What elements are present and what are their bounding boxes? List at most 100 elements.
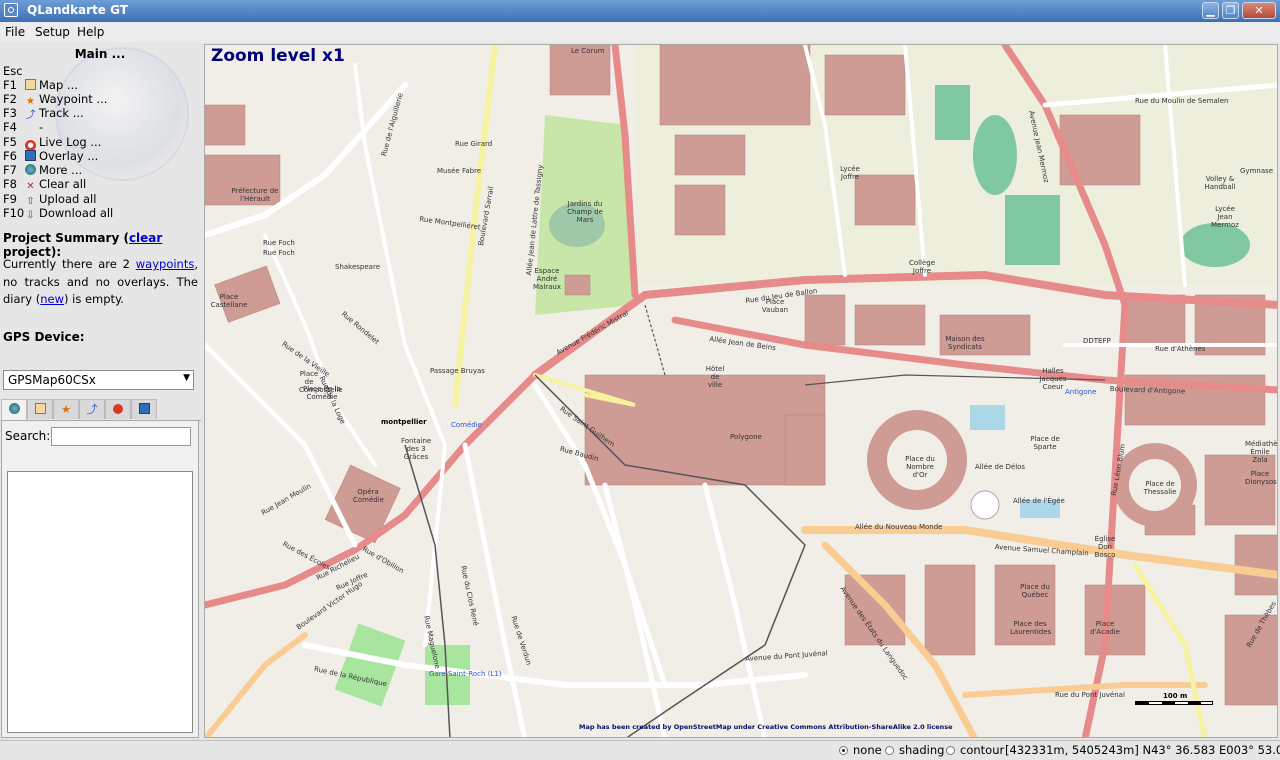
livelog-icon xyxy=(113,404,123,414)
result-list[interactable] xyxy=(7,471,193,733)
place-label: Lycée Joffre xyxy=(840,165,860,181)
tab-livelog[interactable] xyxy=(105,399,131,419)
place-label: Place du Québec xyxy=(1020,583,1050,599)
street xyxy=(462,442,528,737)
place-label: Volley & Handball xyxy=(1204,175,1236,191)
map-icon xyxy=(34,403,46,414)
building xyxy=(784,414,826,486)
globe-icon xyxy=(25,164,36,175)
tab-waypoints[interactable]: ★ xyxy=(53,399,79,419)
place-label: Polygone xyxy=(730,433,762,441)
clear-project-link[interactable]: clear xyxy=(129,231,162,245)
place-label: Médiathèque Émile Zola xyxy=(1245,440,1278,464)
menu-item-download-all[interactable]: F10 ⇩ Download all xyxy=(3,206,113,221)
scale-label: 100 m xyxy=(1163,692,1188,700)
tram-line xyxy=(644,304,666,376)
search-label: Search: xyxy=(5,429,51,443)
place-label: Le Corum xyxy=(571,47,605,55)
street xyxy=(1132,562,1208,737)
place-label: DDTEFP xyxy=(1083,337,1111,345)
place-label: Maison des Syndicats xyxy=(945,335,985,351)
place-label: Antigone xyxy=(1065,388,1097,396)
main-menu-title: Main ... xyxy=(74,47,126,61)
building xyxy=(1224,614,1277,706)
coordinate-readout: [432331m, 5405243m] N43° 36.583 E003° 53… xyxy=(1005,743,1280,757)
window-titlebar[interactable]: QLandkarte GT ▁ ❐ ✕ xyxy=(0,0,1280,22)
toolview-tabs: ★ ⤴ xyxy=(1,398,201,421)
building xyxy=(659,45,811,126)
menu-item-f4[interactable]: F4- xyxy=(3,120,43,134)
place-label: montpellier xyxy=(381,418,427,426)
street xyxy=(602,482,668,737)
place-label: Gymnase xyxy=(1240,167,1274,175)
menu-item-esc[interactable]: Esc xyxy=(3,64,25,78)
tab-tracks[interactable]: ⤴ xyxy=(79,399,105,419)
sports-field xyxy=(973,115,1017,195)
menu-item-waypoint[interactable]: F2 ★ Waypoint ... xyxy=(3,92,107,107)
place-label: Place de Sparte xyxy=(1030,435,1060,451)
place-label: Espace André Malraux xyxy=(532,267,562,291)
map-canvas[interactable]: Zoom level x1 Rue Foch Boulevard Sarrail… xyxy=(204,44,1278,738)
waypoints-link[interactable]: waypoints xyxy=(136,257,195,271)
street-label: Rue du Pont Juvénal xyxy=(1055,691,1125,699)
radio-shading[interactable] xyxy=(885,746,894,755)
tab-panel: Search: xyxy=(1,420,199,738)
menu-item-track[interactable]: F3 ⤴ Track ... xyxy=(3,106,84,121)
scale-bar: 100 m xyxy=(1135,692,1215,707)
radio-none-label: none xyxy=(853,743,882,757)
sports-field xyxy=(1005,195,1060,265)
building xyxy=(564,274,591,296)
place-label: Place de Thessalie xyxy=(1143,480,1177,496)
street-label: Allée de Délos xyxy=(975,463,1026,471)
star-icon: ★ xyxy=(61,403,71,416)
building xyxy=(824,54,906,116)
menu-item-upload-all[interactable]: F9 ⇧ Upload all xyxy=(3,192,96,207)
fountain xyxy=(970,490,1000,520)
project-summary-text: Currently there are 2 waypoints, no trac… xyxy=(3,257,198,306)
place-label: Fontaine des 3 Grâces xyxy=(401,437,432,461)
tab-overlay[interactable] xyxy=(131,399,157,419)
building xyxy=(854,174,916,226)
place-label: Gare Saint-Roch (L1) xyxy=(429,670,502,678)
chevron-down-icon: ▼ xyxy=(183,373,190,383)
map-credit: Map has been created by OpenStreetMap un… xyxy=(579,723,953,731)
radio-none[interactable] xyxy=(839,746,848,755)
street xyxy=(205,632,308,737)
menu-item-live-log[interactable]: F5 ● Live Log ... xyxy=(3,135,101,151)
building xyxy=(804,294,846,346)
sports-field xyxy=(1180,223,1250,267)
new-diary-link[interactable]: new xyxy=(40,292,64,306)
minimize-button[interactable]: ▁ xyxy=(1202,2,1219,19)
building xyxy=(674,184,726,236)
maximize-button[interactable]: ❐ xyxy=(1222,2,1239,19)
fountain xyxy=(970,405,1005,430)
tab-globe[interactable] xyxy=(1,399,27,421)
gps-device-heading: GPS Device: xyxy=(3,330,85,344)
app-icon[interactable] xyxy=(4,3,18,17)
tab-map[interactable] xyxy=(27,399,53,419)
track-icon: ⤴ xyxy=(86,403,98,416)
clear-icon: ✕ xyxy=(26,181,35,192)
menu-item-clear-all[interactable]: F8 ✕ Clear all xyxy=(3,177,86,192)
maximize-icon: ❐ xyxy=(1225,4,1236,17)
menu-item-overlay[interactable]: F6 Overlay ... xyxy=(3,149,98,163)
gps-device-select[interactable]: GPSMap60CSx ▼ xyxy=(3,370,194,390)
menu-file[interactable]: File xyxy=(5,25,25,39)
minimize-icon: ▁ xyxy=(1206,4,1215,17)
radio-contour[interactable] xyxy=(946,746,955,755)
building xyxy=(205,104,246,146)
radio-shading-label: shading xyxy=(899,743,945,757)
close-button[interactable]: ✕ xyxy=(1242,2,1276,19)
menu-setup[interactable]: Setup xyxy=(35,25,70,39)
menu-item-more[interactable]: F7 More ... xyxy=(3,163,82,177)
place-label: Hôtel de ville xyxy=(705,365,725,389)
menu-item-map[interactable]: F1 Map ... xyxy=(3,78,78,92)
place-label: Place des Laurentides xyxy=(1010,620,1052,636)
search-input[interactable] xyxy=(51,427,191,446)
street-label: Allée du Nouveau Monde xyxy=(855,523,943,531)
place-label: Place Dionysos xyxy=(1245,470,1277,486)
overlay-icon xyxy=(25,150,36,161)
menu-help[interactable]: Help xyxy=(77,25,104,39)
status-bar: none shading contour [432331m, 5405243m]… xyxy=(0,740,1280,760)
place-label: Préfecture de l'Hérault xyxy=(231,187,279,203)
